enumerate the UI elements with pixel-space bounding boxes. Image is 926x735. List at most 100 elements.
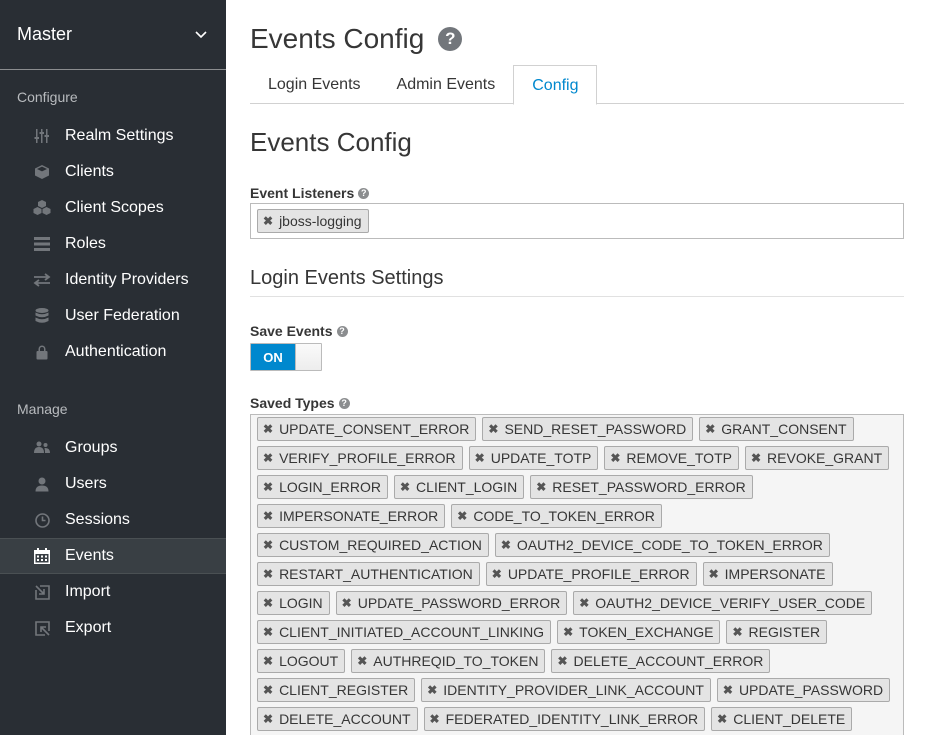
exchange-icon	[33, 271, 51, 289]
sidebar-item-sessions[interactable]: Sessions	[0, 502, 226, 538]
tag-label: OAUTH2_DEVICE_CODE_TO_TOKEN_ERROR	[516, 537, 823, 553]
remove-tag-icon[interactable]: ✖	[342, 596, 352, 610]
saved-type-tag: ✖ IMPERSONATE_ERROR	[257, 504, 446, 528]
remove-tag-icon[interactable]: ✖	[263, 480, 273, 494]
remove-tag-icon[interactable]: ✖	[475, 451, 485, 465]
remove-tag-icon[interactable]: ✖	[705, 422, 715, 436]
remove-tag-icon[interactable]: ✖	[610, 451, 620, 465]
remove-tag-icon[interactable]: ✖	[263, 654, 273, 668]
remove-tag-icon[interactable]: ✖	[263, 538, 273, 552]
remove-tag-icon[interactable]: ✖	[263, 712, 273, 726]
user-icon	[33, 475, 51, 493]
remove-tag-icon[interactable]: ✖	[717, 712, 727, 726]
saved-type-tag: ✖ IDENTITY_PROVIDER_LINK_ACCOUNT	[421, 678, 711, 702]
remove-tag-icon[interactable]: ✖	[400, 480, 410, 494]
saved-type-tag: ✖ UPDATE_PASSWORD_ERROR	[335, 591, 568, 615]
export-icon	[33, 619, 51, 637]
sidebar-item-label: Identity Providers	[65, 271, 189, 288]
sidebar-item-label: Users	[65, 475, 107, 492]
save-events-toggle[interactable]: ON	[250, 343, 322, 371]
help-icon[interactable]: ?	[336, 325, 348, 337]
remove-tag-icon[interactable]: ✖	[536, 480, 546, 494]
main-content: Events Config ? Login Events Admin Event…	[250, 0, 904, 735]
tab-admin-events[interactable]: Admin Events	[379, 65, 514, 104]
tag-label: VERIFY_PROFILE_ERROR	[279, 450, 456, 466]
tab-config[interactable]: Config	[513, 65, 598, 105]
tabs: Login Events Admin Events Config	[250, 65, 904, 105]
remove-tag-icon[interactable]: ✖	[263, 422, 273, 436]
remove-tag-icon[interactable]: ✖	[430, 712, 440, 726]
sidebar-item-label: Authentication	[65, 343, 167, 360]
saved-type-tag: ✖ RESET_PASSWORD_ERROR	[530, 475, 753, 499]
saved-type-tag: ✖ TOKEN_EXCHANGE	[557, 620, 721, 644]
sidebar-item-client-scopes[interactable]: Client Scopes	[0, 190, 226, 226]
saved-type-tag: ✖ REVOKE_GRANT	[744, 446, 890, 470]
sidebar-item-authentication[interactable]: Authentication	[0, 334, 226, 370]
remove-tag-icon[interactable]: ✖	[263, 625, 273, 639]
remove-tag-icon[interactable]: ✖	[357, 654, 367, 668]
sliders-icon	[33, 127, 51, 145]
sidebar-item-label: User Federation	[65, 307, 180, 324]
login-events-settings-title: Login Events Settings	[250, 263, 904, 297]
configure-section-title: Configure	[17, 89, 78, 105]
saved-type-tag: ✖ LOGIN_ERROR	[257, 475, 388, 499]
tab-login-events[interactable]: Login Events	[250, 65, 379, 104]
help-icon[interactable]: ?	[438, 27, 463, 51]
saved-type-tag: ✖ LOGIN	[257, 591, 330, 615]
saved-type-tag: ✖ UPDATE_PROFILE_ERROR	[485, 562, 697, 586]
save-events-label-row: Save Events ?	[250, 323, 904, 339]
remove-tag-icon[interactable]: ✖	[563, 625, 573, 639]
sidebar-item-export[interactable]: Export	[0, 610, 226, 646]
tag-label: UPDATE_PASSWORD	[738, 682, 884, 698]
sidebar-item-label: Export	[65, 619, 112, 636]
remove-tag-icon[interactable]: ✖	[732, 625, 742, 639]
sidebar-item-clients[interactable]: Clients	[0, 154, 226, 190]
tag-label: LOGOUT	[279, 653, 339, 669]
remove-tag-icon[interactable]: ✖	[492, 567, 502, 581]
remove-tag-icon[interactable]: ✖	[457, 509, 467, 523]
save-events-label: Save Events	[250, 323, 333, 339]
sidebar-item-user-federation[interactable]: User Federation	[0, 298, 226, 334]
sidebar-item-label: Realm Settings	[65, 127, 174, 144]
remove-tag-icon[interactable]: ✖	[263, 596, 273, 610]
saved-types-label-row: Saved Types ?	[250, 395, 904, 411]
sidebar-item-label: Sessions	[65, 511, 130, 528]
event-listeners-input[interactable]: ✖ jboss-logging	[250, 203, 904, 239]
remove-tag-icon[interactable]: ✖	[723, 683, 733, 697]
saved-type-tag: ✖ SEND_RESET_PASSWORD	[482, 417, 694, 441]
help-icon[interactable]: ?	[338, 397, 350, 409]
saved-type-tag: ✖ CUSTOM_REQUIRED_ACTION	[257, 533, 489, 557]
saved-type-tag: ✖ CLIENT_REGISTER	[257, 678, 416, 702]
remove-tag-icon[interactable]: ✖	[579, 596, 589, 610]
manage-nav: Groups Users Sessions Events Import Expo…	[0, 430, 226, 646]
remove-tag-icon[interactable]: ✖	[263, 683, 273, 697]
saved-type-tag: ✖ UPDATE_CONSENT_ERROR	[257, 417, 477, 441]
tag-label: REGISTER	[748, 624, 821, 640]
remove-tag-icon[interactable]: ✖	[751, 451, 761, 465]
sidebar-item-identity-providers[interactable]: Identity Providers	[0, 262, 226, 298]
sidebar-item-import[interactable]: Import	[0, 574, 226, 610]
sidebar-item-groups[interactable]: Groups	[0, 430, 226, 466]
remove-tag-icon[interactable]: ✖	[557, 654, 567, 668]
remove-tag-icon[interactable]: ✖	[263, 509, 273, 523]
sidebar-item-events[interactable]: Events	[0, 538, 226, 574]
remove-tag-icon[interactable]: ✖	[263, 214, 273, 228]
remove-tag-icon[interactable]: ✖	[501, 538, 511, 552]
tag-label: REMOVE_TOTP	[626, 450, 732, 466]
tag-label: UPDATE_PASSWORD_ERROR	[357, 595, 561, 611]
remove-tag-icon[interactable]: ✖	[263, 451, 273, 465]
remove-tag-icon[interactable]: ✖	[263, 567, 273, 581]
remove-tag-icon[interactable]: ✖	[709, 567, 719, 581]
saved-types-input[interactable]: ✖ UPDATE_CONSENT_ERROR ✖ SEND_RESET_PASSWOR…	[250, 414, 904, 735]
sidebar-item-users[interactable]: Users	[0, 466, 226, 502]
sidebar-item-label: Import	[65, 583, 111, 600]
help-icon[interactable]: ?	[358, 187, 370, 199]
tag-label: RESET_PASSWORD_ERROR	[552, 479, 746, 495]
realm-selector[interactable]: Master	[0, 0, 226, 70]
remove-tag-icon[interactable]: ✖	[488, 422, 498, 436]
tag-label: OAUTH2_DEVICE_VERIFY_USER_CODE	[595, 595, 866, 611]
saved-type-tag: ✖ UPDATE_TOTP	[468, 446, 599, 470]
sidebar-item-realm-settings[interactable]: Realm Settings	[0, 118, 226, 154]
sidebar-item-roles[interactable]: Roles	[0, 226, 226, 262]
remove-tag-icon[interactable]: ✖	[427, 683, 437, 697]
